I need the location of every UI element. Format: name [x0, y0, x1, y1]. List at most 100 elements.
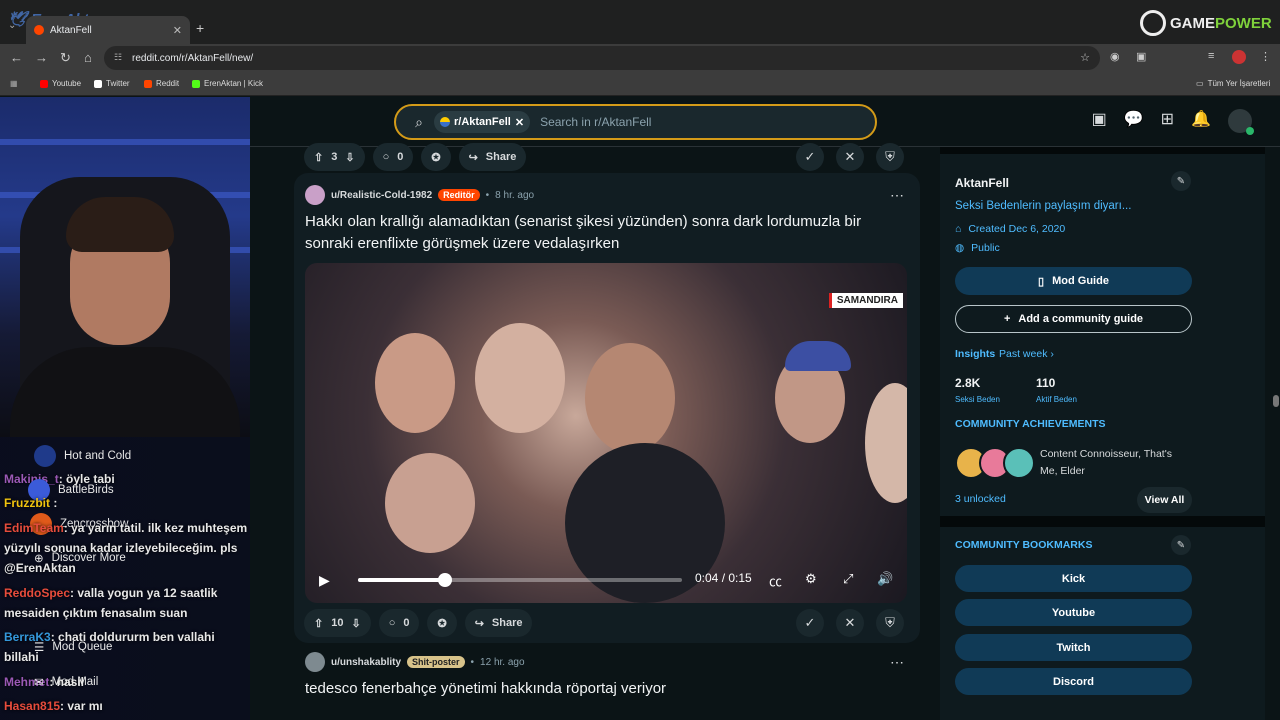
community-info-card: AktanFell ✎ Seksi Bedenlerin paylaşım di… [940, 154, 1265, 516]
search-bar[interactable]: ⌕ r/AktanFell ✕ Search in r/AktanFell [394, 104, 877, 140]
post-author[interactable]: u/Realistic-Cold-1982 [331, 190, 432, 201]
visibility-text: Public [971, 242, 1000, 254]
close-tab-icon[interactable]: ✕ [173, 24, 182, 37]
address-bar[interactable]: ☷ reddit.com/r/AktanFell/new/ ☆ [104, 46, 1100, 70]
user-avatar[interactable] [1228, 109, 1254, 135]
bookmark-kick[interactable]: ErenAktan | Kick [192, 79, 263, 88]
approve-icon[interactable]: ✓ [796, 143, 824, 171]
all-bookmarks[interactable]: ▭ Tüm Yer İşaretleri [1196, 79, 1270, 88]
streamer-hair [66, 197, 174, 252]
author-avatar[interactable] [305, 652, 325, 672]
extensions-puzzle-icon[interactable]: ▣ [1136, 50, 1146, 63]
event-label: BattleBirds [58, 484, 114, 496]
new-tab-button[interactable]: + [196, 20, 204, 36]
comments-button[interactable]: ○ 0 [372, 143, 414, 171]
scrollbar-thumb[interactable] [1273, 395, 1279, 407]
post-flair: Reditör [438, 189, 480, 201]
profile-avatar[interactable] [1232, 50, 1246, 64]
back-arrow-icon[interactable]: ← [10, 50, 23, 65]
settings-gear-icon[interactable]: ⚙ [805, 571, 817, 587]
media-icon[interactable]: ≡ [1208, 50, 1214, 62]
mod-guide-button[interactable]: ▯ Mod Guide [955, 267, 1192, 295]
chat-text: : var mı [60, 699, 103, 713]
browser-menu-icon[interactable]: ⋮ [1260, 50, 1271, 63]
bookmark-link-youtube[interactable]: Youtube [955, 599, 1192, 626]
chip-close-icon[interactable]: ✕ [515, 116, 524, 129]
url-text: reddit.com/r/AktanFell/new/ [132, 52, 254, 64]
site-info-icon[interactable]: ☷ [114, 52, 122, 63]
award-button[interactable]: ✪ [427, 609, 457, 637]
bookmarks-heading: COMMUNITY BOOKMARKS [955, 539, 1093, 551]
chip-label: r/AktanFell [454, 116, 511, 128]
post-overflow-icon[interactable]: ⋯ [890, 654, 904, 671]
advertise-icon[interactable]: ▣ [1092, 109, 1107, 133]
scrubber-handle[interactable] [438, 573, 453, 587]
bookmark-link-discord[interactable]: Discord [955, 668, 1192, 695]
subreddit-search-chip[interactable]: r/AktanFell ✕ [434, 111, 531, 133]
play-icon[interactable]: ▶ [319, 572, 333, 589]
forward-arrow-icon[interactable]: → [35, 50, 48, 65]
post-overflow-icon[interactable]: ⋯ [890, 187, 904, 204]
mod-shield-icon[interactable]: ⛨ [876, 143, 904, 171]
create-post-icon[interactable]: ⊞ [1161, 109, 1174, 133]
apps-grid-icon[interactable]: ▦ [10, 79, 18, 88]
remove-icon[interactable]: ✕ [836, 609, 864, 637]
insights-heading: Insights [955, 348, 996, 360]
mod-shield-icon[interactable]: ⛨ [876, 609, 904, 637]
author-avatar[interactable] [305, 185, 325, 205]
captions-icon[interactable]: ㏄ [769, 571, 782, 590]
video-player[interactable]: SAMANDIRA ▶ 0:04 / 0:15 ㏄ ⚙ ⤢ 🔊 [305, 263, 907, 603]
post-action-bar: ⇧ 3 ⇩ ○ 0 ✪ ↪ Share [304, 143, 527, 171]
downvote-icon[interactable]: ⇩ [345, 151, 354, 164]
bookmark-youtube[interactable]: Youtube [40, 79, 81, 88]
add-community-guide-button[interactable]: + Add a community guide [955, 305, 1192, 333]
insights-period[interactable]: Past week › [999, 348, 1054, 360]
fullscreen-icon[interactable]: ⤢ [843, 571, 853, 587]
period-label: Past week [999, 348, 1048, 360]
crowd-figure [375, 333, 455, 433]
home-icon[interactable]: ⌂ [84, 50, 92, 65]
bookmark-star-icon[interactable]: ☆ [1080, 51, 1090, 64]
post-title[interactable]: tedesco fenerbahçe yönetimi hakkında röp… [305, 678, 666, 700]
notifications-bell-icon[interactable]: 🔔 [1191, 109, 1211, 133]
achievement-badges[interactable] [955, 447, 1035, 479]
share-icon: ↪ [474, 617, 484, 630]
comments-button[interactable]: ○ 0 [378, 609, 420, 637]
bookmark-link-kick[interactable]: Kick [955, 565, 1192, 592]
award-button[interactable]: ✪ [421, 143, 451, 171]
crowd-figure [475, 323, 565, 433]
tab-search-icon[interactable]: ⌄ [8, 20, 16, 31]
edit-pencil-icon[interactable]: ✎ [1171, 535, 1191, 555]
stream-chat-overlay: Hot and Cold Makinis_t: öyle tabi Battle… [0, 437, 250, 720]
award-icon: ✪ [437, 617, 447, 630]
bookmark-link-twitch[interactable]: Twitch [955, 634, 1192, 661]
page-scrollbar[interactable] [1272, 147, 1280, 720]
bookmark-reddit[interactable]: Reddit [144, 79, 179, 88]
gamepower-power: POWER [1215, 14, 1272, 32]
approve-icon[interactable]: ✓ [796, 609, 824, 637]
extension-icon[interactable]: ◉ [1110, 50, 1120, 63]
upvote-icon[interactable]: ⇧ [314, 617, 323, 630]
reload-icon[interactable]: ↻ [60, 50, 71, 66]
kick-icon [192, 79, 200, 88]
video-controls: ▶ 0:04 / 0:15 ㏄ ⚙ ⤢ 🔊 [305, 557, 907, 603]
search-input[interactable]: Search in r/AktanFell [540, 115, 651, 129]
browser-tab[interactable]: AktanFell ✕ [26, 16, 190, 44]
chat-icon[interactable]: 💬 [1124, 109, 1144, 133]
remove-icon[interactable]: ✕ [836, 143, 864, 171]
share-button[interactable]: ↪ Share [458, 143, 527, 171]
post-author[interactable]: u/unshakablity [331, 657, 401, 668]
downvote-icon[interactable]: ⇩ [351, 617, 360, 630]
browser-tab-strip: 🕊ErenAktan ⌄ AktanFell ✕ + GAMEPOWER [0, 0, 1280, 44]
video-scrubber[interactable] [358, 573, 682, 587]
share-button[interactable]: ↪ Share [464, 609, 533, 637]
post-title[interactable]: Hakkı olan krallığı alamadıktan (senaris… [305, 211, 905, 255]
upvote-icon[interactable]: ⇧ [314, 151, 323, 164]
chat-message: Fruzzbit : [4, 493, 57, 513]
volume-icon[interactable]: 🔊 [877, 571, 893, 587]
bookmark-twitter[interactable]: Twitter [94, 79, 130, 88]
edit-pencil-icon[interactable]: ✎ [1171, 171, 1191, 191]
unlocked-count: 3 unlocked [955, 493, 1006, 505]
achievements-list: Content Connoisseur, That's Me, Elder [1040, 448, 1172, 477]
view-all-button[interactable]: View All [1137, 487, 1192, 513]
